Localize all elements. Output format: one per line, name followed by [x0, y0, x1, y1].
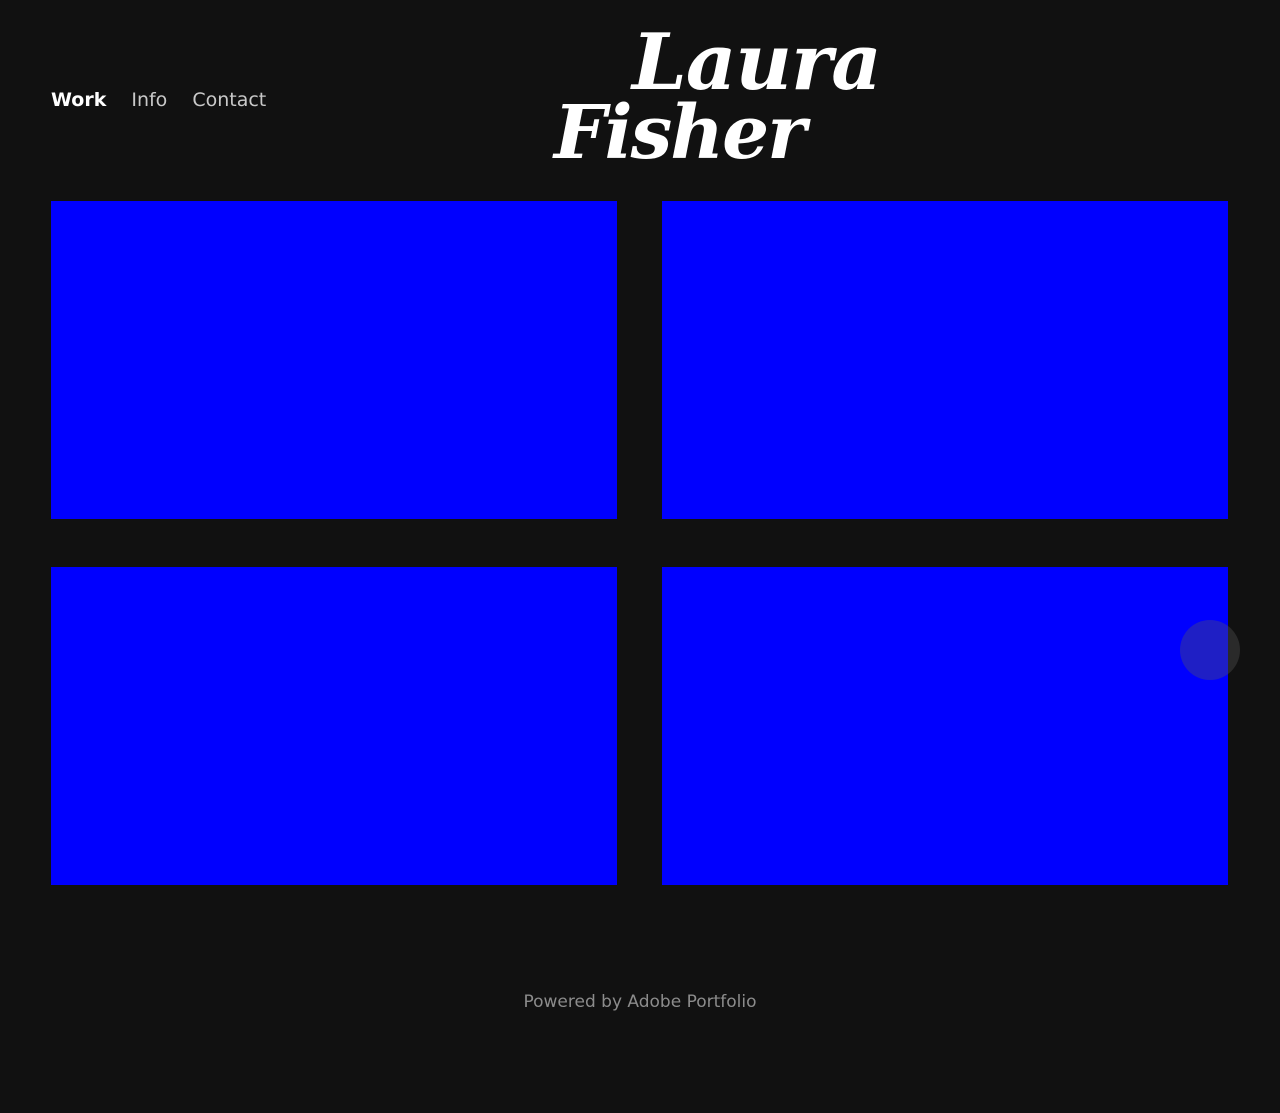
back-to-top-button[interactable] — [1180, 620, 1240, 680]
main-nav: Work Info Contact — [51, 88, 266, 112]
project-tile-3[interactable] — [51, 567, 617, 885]
footer-powered-by[interactable]: Powered by Adobe Portfolio — [0, 991, 1280, 1013]
project-tile-1[interactable] — [51, 201, 617, 519]
project-tile-4[interactable] — [662, 567, 1228, 885]
project-tile-2[interactable] — [662, 201, 1228, 519]
logo-line-2: Fisher — [554, 90, 806, 176]
nav-work-link[interactable]: Work — [51, 88, 106, 112]
nav-info-link[interactable]: Info — [131, 88, 167, 112]
site-logo[interactable]: Laura Fisher — [550, 18, 882, 178]
nav-contact-link[interactable]: Contact — [192, 88, 266, 112]
